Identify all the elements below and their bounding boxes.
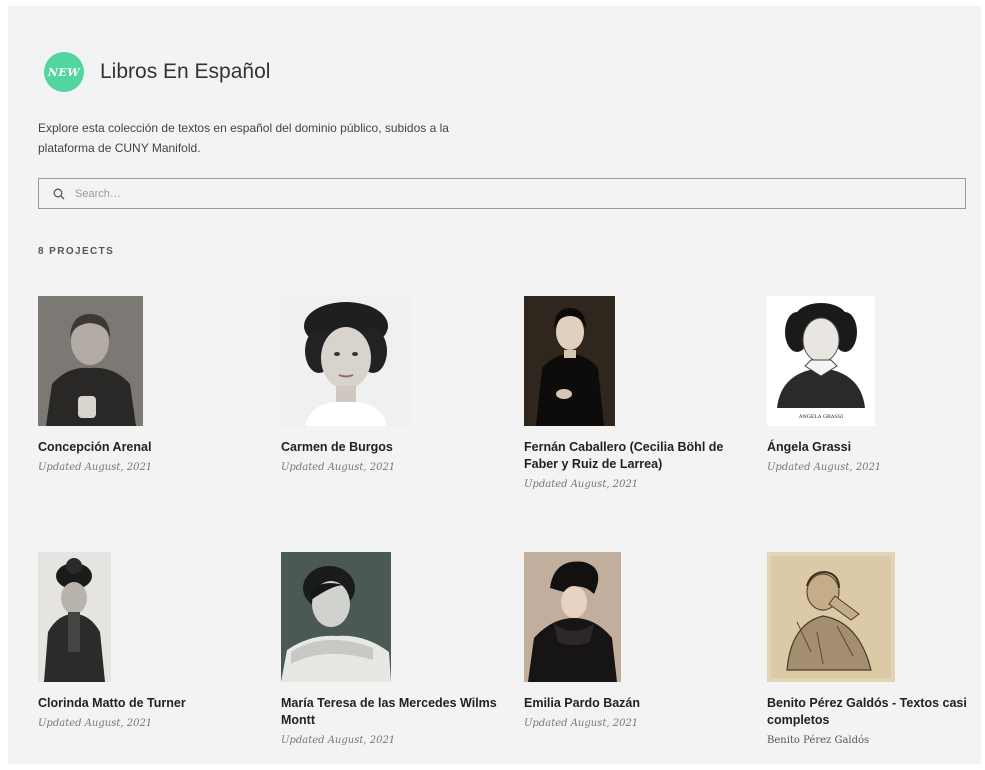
project-updated: Updated August, 2021: [38, 718, 153, 729]
project-title[interactable]: Clorinda Matto de Turner: [38, 695, 258, 712]
project-card[interactable]: ÁNGELA GRASSI Ángela Grassi Updated Augu…: [767, 296, 985, 473]
project-updated: Updated August, 2021: [524, 718, 639, 729]
project-card[interactable]: Emilia Pardo Bazán Updated August, 2021: [524, 552, 744, 729]
project-updated: Updated August, 2021: [767, 462, 882, 473]
project-thumbnail[interactable]: [38, 296, 143, 426]
search-bar[interactable]: [38, 178, 966, 209]
collection-header: NEW Libros En Español: [44, 52, 270, 92]
portrait-caption: ÁNGELA GRASSI: [798, 413, 843, 420]
collection-title: Libros En Español: [100, 60, 271, 83]
project-card[interactable]: María Teresa de las Mercedes Wilms Montt…: [281, 552, 501, 746]
search-icon: [53, 188, 65, 199]
project-title[interactable]: Carmen de Burgos: [281, 439, 501, 456]
project-title[interactable]: Fernán Caballero (Cecilia Böhl de Faber …: [524, 439, 744, 473]
project-title[interactable]: Benito Pérez Galdós - Textos casi comple…: [767, 695, 985, 729]
project-card[interactable]: Clorinda Matto de Turner Updated August,…: [38, 552, 258, 729]
project-thumbnail[interactable]: [281, 296, 411, 426]
search-input[interactable]: [73, 186, 957, 201]
project-title[interactable]: Ángela Grassi: [767, 439, 985, 456]
project-title[interactable]: Emilia Pardo Bazán: [524, 695, 744, 712]
project-updated: Updated August, 2021: [524, 479, 639, 490]
project-thumbnail[interactable]: [767, 552, 895, 682]
project-title[interactable]: María Teresa de las Mercedes Wilms Montt: [281, 695, 501, 729]
project-card[interactable]: Concepción Arenal Updated August, 2021: [38, 296, 258, 473]
project-updated: Updated August, 2021: [281, 735, 396, 746]
new-badge: NEW: [44, 52, 84, 92]
collection-description: Explore esta colección de textos en espa…: [38, 121, 449, 155]
project-thumbnail[interactable]: [524, 552, 621, 682]
project-count: 8 PROJECTS: [38, 246, 115, 257]
project-updated: Updated August, 2021: [38, 462, 153, 473]
project-thumbnail[interactable]: ÁNGELA GRASSI: [767, 296, 875, 426]
project-title[interactable]: Concepción Arenal: [38, 439, 258, 456]
project-card[interactable]: Fernán Caballero (Cecilia Böhl de Faber …: [524, 296, 744, 490]
project-card[interactable]: Carmen de Burgos Updated August, 2021: [281, 296, 501, 473]
project-thumbnail[interactable]: [524, 296, 615, 426]
project-thumbnail[interactable]: [281, 552, 391, 682]
project-updated: Updated August, 2021: [281, 462, 396, 473]
project-thumbnail[interactable]: [38, 552, 111, 682]
project-author: Benito Pérez Galdós: [767, 735, 870, 746]
project-collection-panel: NEW Libros En Español Explore esta colec…: [8, 6, 981, 764]
project-card[interactable]: Benito Pérez Galdós - Textos casi comple…: [767, 552, 985, 746]
